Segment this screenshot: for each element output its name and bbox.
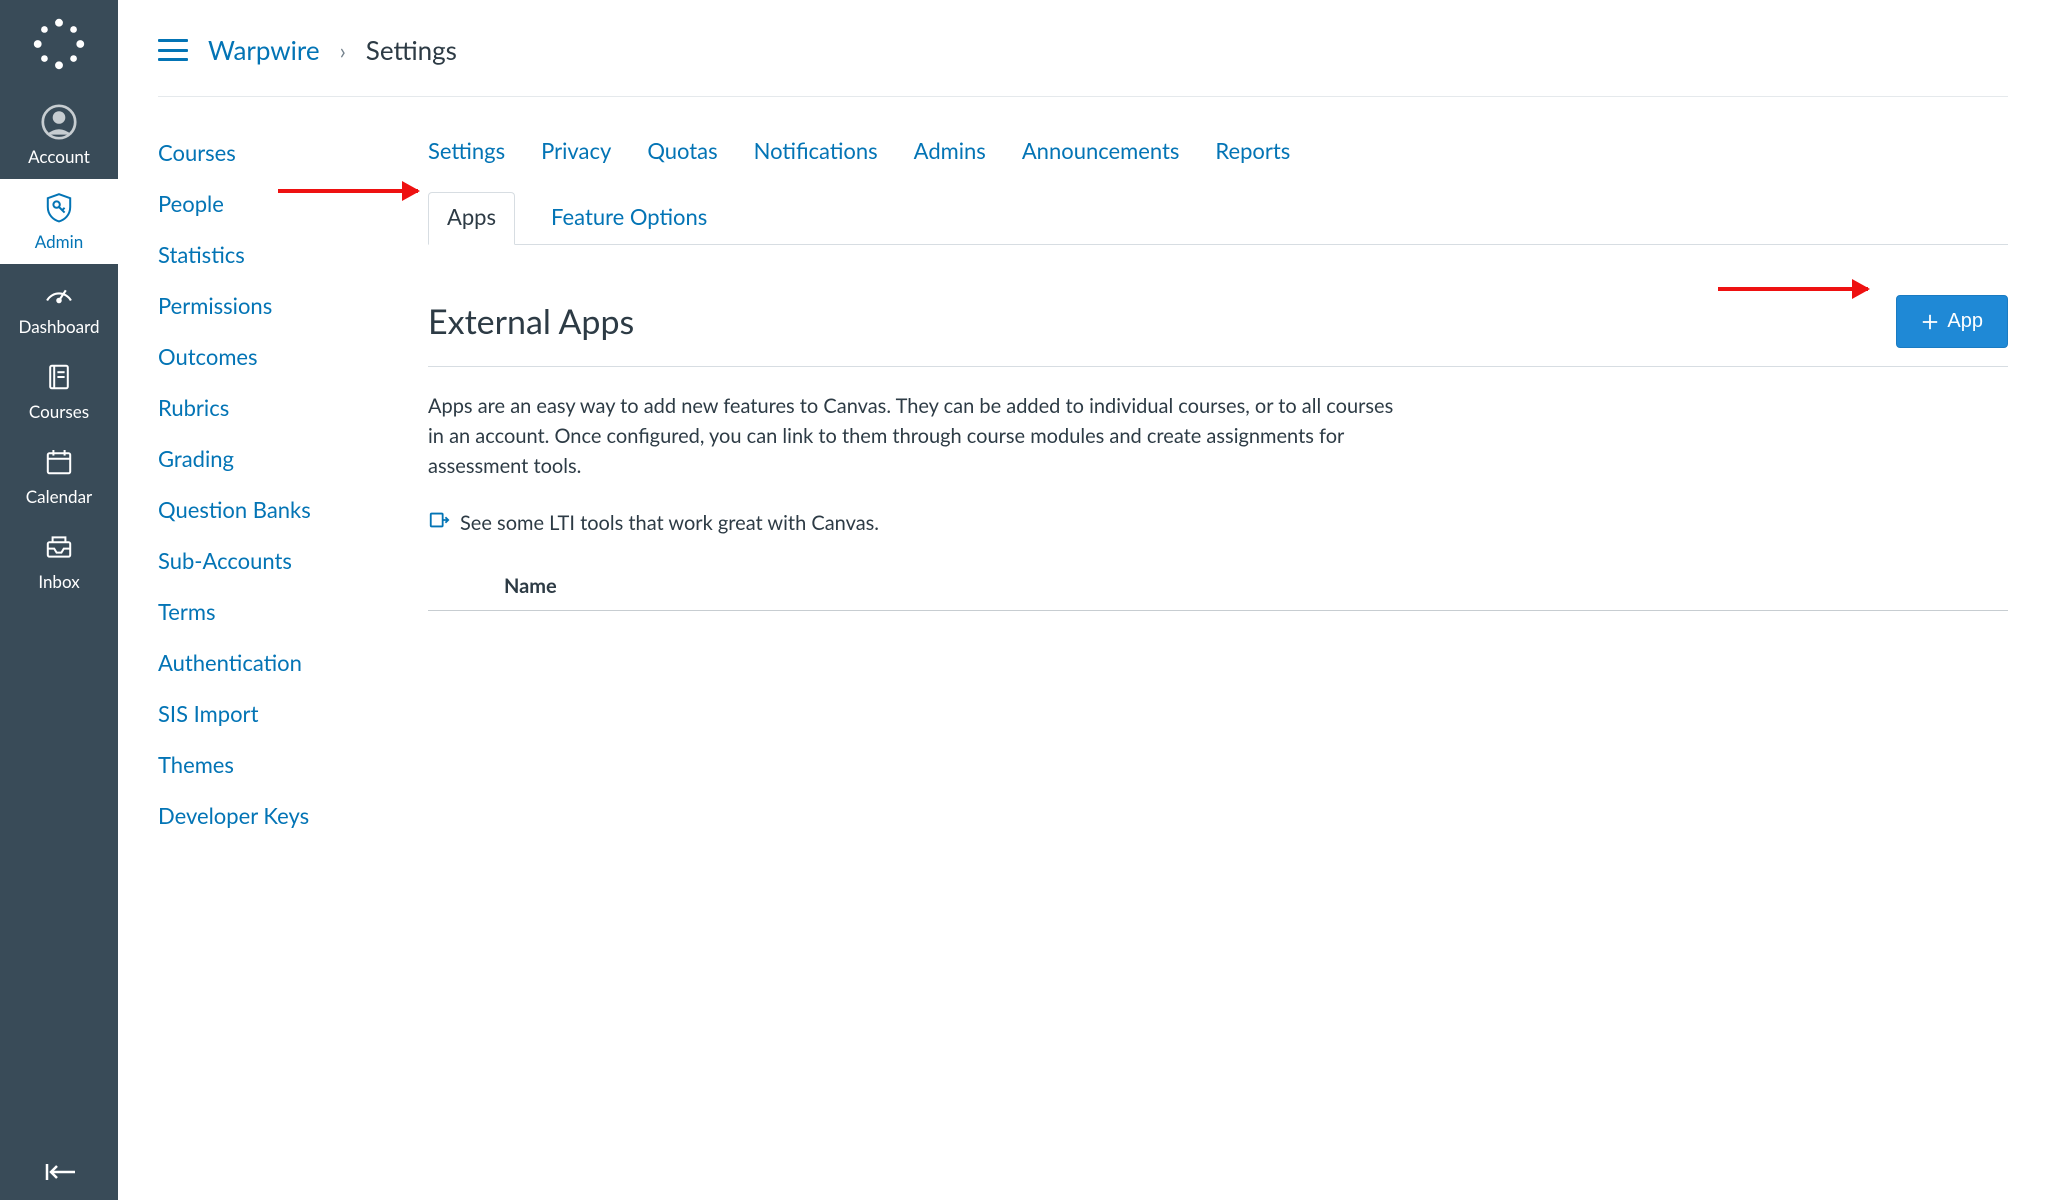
tabs-row-1: Settings Privacy Quotas Notifications Ad… — [428, 127, 2008, 178]
nav-courses[interactable]: Courses — [0, 349, 118, 434]
inbox-icon — [41, 529, 77, 565]
external-link-icon — [428, 509, 450, 536]
nav-admin[interactable]: Admin — [0, 179, 118, 264]
nav-label: Inbox — [38, 571, 79, 592]
context-nav-themes[interactable]: Themes — [158, 739, 388, 790]
nav-dashboard[interactable]: Dashboard — [0, 264, 118, 349]
nav-account[interactable]: Account — [0, 94, 118, 179]
nav-label: Dashboard — [19, 316, 100, 337]
nav-label: Admin — [35, 231, 83, 252]
breadcrumb-root-link[interactable]: Warpwire — [208, 34, 320, 66]
context-nav-permissions[interactable]: Permissions — [158, 280, 388, 331]
plus-icon — [1921, 313, 1939, 331]
hamburger-menu-button[interactable] — [158, 39, 188, 61]
breadcrumb-bar: Warpwire › Settings — [118, 0, 2048, 96]
tab-apps[interactable]: Apps — [428, 192, 515, 245]
tab-admins[interactable]: Admins — [914, 127, 986, 178]
user-avatar-icon — [41, 104, 77, 140]
section-description: Apps are an easy way to add new features… — [428, 391, 1408, 481]
context-nav-sis-import[interactable]: SIS Import — [158, 688, 388, 739]
context-nav-authentication[interactable]: Authentication — [158, 637, 388, 688]
calendar-icon — [41, 444, 77, 480]
tab-notifications[interactable]: Notifications — [754, 127, 878, 178]
tab-quotas[interactable]: Quotas — [647, 127, 717, 178]
context-nav-outcomes[interactable]: Outcomes — [158, 331, 388, 382]
context-nav-people[interactable]: People — [158, 178, 388, 229]
section-title: External Apps — [428, 301, 634, 342]
tabs-row-2: Apps Feature Options — [428, 192, 2008, 245]
add-app-button[interactable]: App — [1896, 295, 2008, 348]
nav-calendar[interactable]: Calendar — [0, 434, 118, 519]
tab-announcements[interactable]: Announcements — [1022, 127, 1180, 178]
context-nav-grading[interactable]: Grading — [158, 433, 388, 484]
tab-feature-options[interactable]: Feature Options — [551, 193, 707, 244]
nav-inbox[interactable]: Inbox — [0, 519, 118, 604]
context-nav-statistics[interactable]: Statistics — [158, 229, 388, 280]
context-nav-courses[interactable]: Courses — [158, 127, 388, 178]
breadcrumb-separator: › — [340, 37, 346, 64]
main-area: Warpwire › Settings Courses People Stati… — [118, 0, 2048, 1200]
apps-table: Name — [428, 564, 2008, 611]
context-nav-developer-keys[interactable]: Developer Keys — [158, 790, 388, 841]
annotation-arrow-to-add-app-button — [1718, 287, 1868, 291]
nav-label: Calendar — [26, 486, 92, 507]
tab-settings[interactable]: Settings — [428, 127, 505, 178]
context-nav-sub-accounts[interactable]: Sub-Accounts — [158, 535, 388, 586]
context-nav-terms[interactable]: Terms — [158, 586, 388, 637]
apps-table-header-row: Name — [428, 564, 2008, 611]
context-nav-rubrics[interactable]: Rubrics — [158, 382, 388, 433]
collapse-nav-button[interactable] — [0, 1144, 118, 1200]
context-nav-question-banks[interactable]: Question Banks — [158, 484, 388, 535]
shield-key-icon — [41, 189, 77, 225]
nav-label: Courses — [29, 401, 89, 422]
gauge-icon — [41, 274, 77, 310]
content: Settings Privacy Quotas Notifications Ad… — [428, 127, 2008, 1200]
breadcrumb-current: Settings — [366, 34, 457, 66]
nav-label: Account — [28, 146, 90, 167]
app-logo — [31, 16, 87, 72]
collapse-arrow-icon — [39, 1162, 79, 1182]
lti-tools-link[interactable]: See some LTI tools that work great with … — [428, 509, 2008, 536]
book-icon — [41, 359, 77, 395]
tab-reports[interactable]: Reports — [1215, 127, 1290, 178]
external-apps-header: External Apps App — [428, 295, 2008, 367]
lti-tools-link-text: See some LTI tools that work great with … — [460, 511, 879, 535]
global-nav: Account Admin Dashboard Courses Calendar… — [0, 0, 118, 1200]
tab-privacy[interactable]: Privacy — [541, 127, 611, 178]
column-header-name: Name — [504, 574, 557, 598]
context-nav: Courses People Statistics Permissions Ou… — [158, 127, 388, 1200]
add-app-button-label: App — [1947, 310, 1983, 333]
